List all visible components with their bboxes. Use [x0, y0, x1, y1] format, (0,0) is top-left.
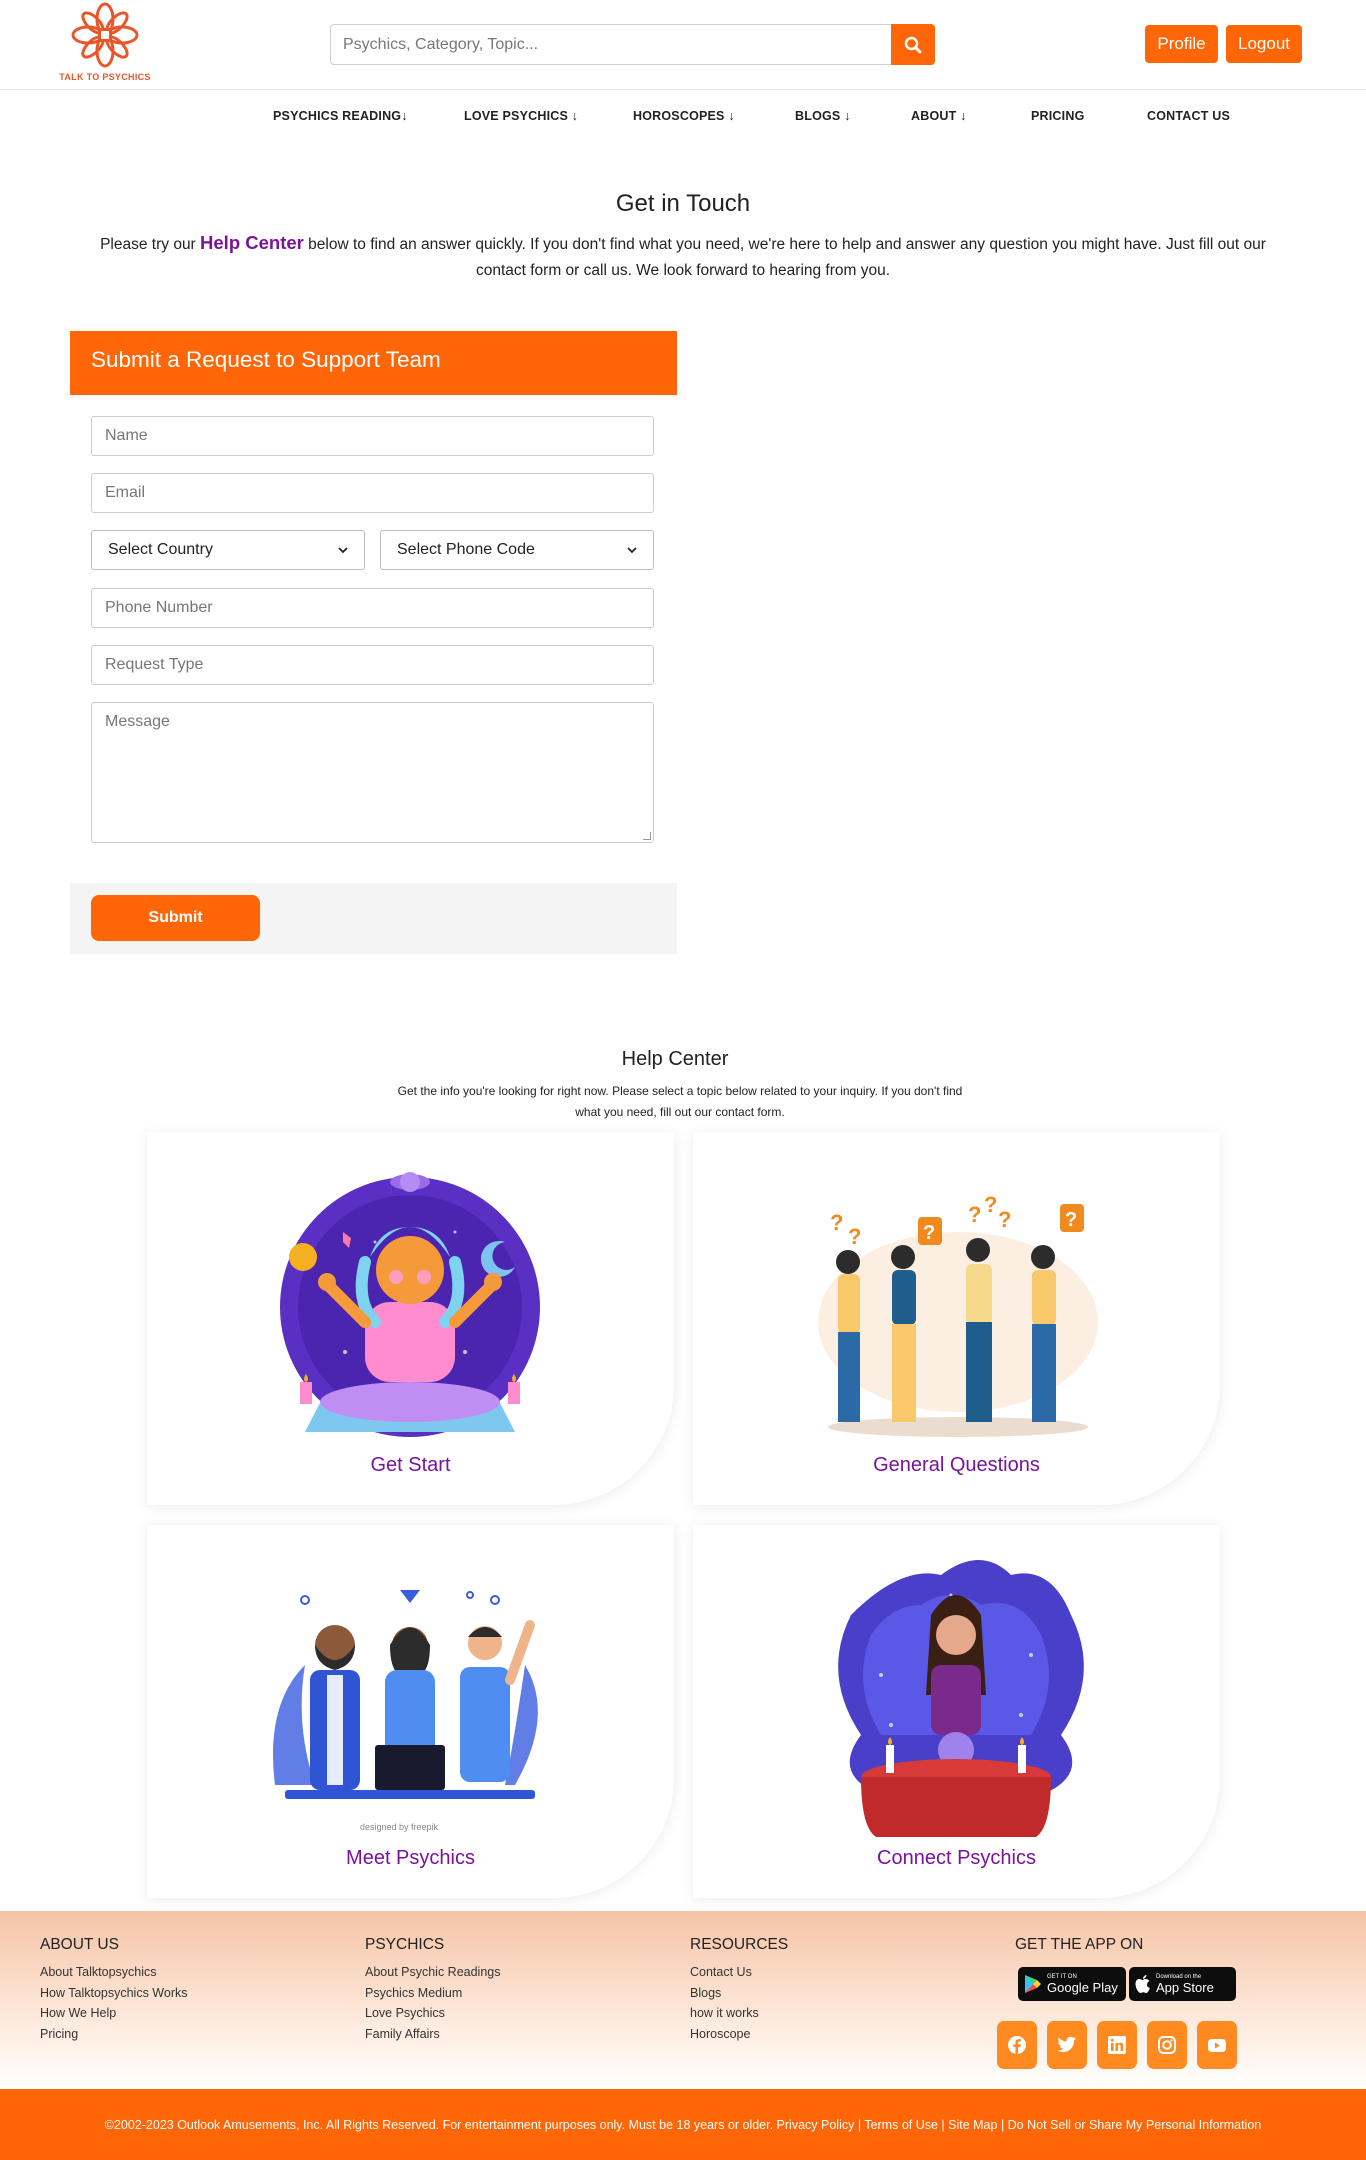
footer-resources-column: RESOURCES Contact Us Blogs how it works … [690, 1936, 788, 2044]
footer-link[interactable]: Love Psychics [365, 2003, 501, 2024]
help-center-link[interactable]: Help Center [200, 232, 304, 253]
help-card-meet-psychics[interactable]: designed by freepik Meet Psychics [147, 1525, 674, 1898]
submit-button[interactable]: Submit [91, 895, 260, 941]
facebook-icon [1008, 2036, 1026, 2054]
apple-icon [1135, 1974, 1150, 1993]
google-play-icon [1025, 1975, 1041, 1993]
get-in-touch-text: Please try our Help Center below to find… [100, 230, 1266, 284]
svg-text:?: ? [848, 1224, 861, 1249]
fortune-teller-illustration [838, 1560, 1084, 1837]
google-play-badge[interactable]: GET IT ON Google Play [1018, 1967, 1126, 2001]
svg-text:?: ? [923, 1222, 935, 1244]
twitter-link[interactable] [1047, 2021, 1087, 2069]
footer-link[interactable]: How Talktopsychics Works [40, 1983, 188, 2004]
youtube-icon [1208, 2038, 1226, 2052]
footer-link[interactable]: how it works [690, 2003, 788, 2024]
facebook-link[interactable] [997, 2021, 1037, 2069]
footer-column-title: RESOURCES [690, 1936, 789, 1953]
support-form-heading: Submit a Request to Support Team [70, 331, 677, 395]
request-type-field[interactable]: Request Type [91, 645, 654, 685]
intro-text-before: Please try our [100, 236, 201, 253]
svg-text:?: ? [984, 1192, 997, 1217]
meditating-woman-illustration [280, 1172, 540, 1437]
nav-psychics-reading[interactable]: PSYCHICS READING↓ [273, 109, 408, 123]
footer-column-title: ABOUT US [40, 1936, 119, 1953]
svg-text:?: ? [968, 1202, 981, 1227]
message-placeholder: Message [105, 713, 170, 730]
email-field[interactable]: Email [91, 473, 654, 513]
freepik-credit: designed by freepik [360, 1822, 439, 1832]
main-nav: PSYCHICS READING↓ LOVE PSYCHICS ↓ HOROSC… [0, 91, 1366, 141]
phone-code-select-value: Select Phone Code [397, 541, 535, 558]
country-select-value: Select Country [108, 541, 213, 558]
help-card-label: Connect Psychics [877, 1847, 1036, 1869]
help-card-connect-psychics[interactable]: Connect Psychics [693, 1525, 1220, 1898]
linkedin-link[interactable] [1097, 2021, 1137, 2069]
message-field[interactable]: Message [91, 702, 654, 843]
profile-button[interactable]: Profile [1145, 25, 1218, 63]
team-illustration: designed by freepik [273, 1590, 538, 1832]
nav-horoscopes[interactable]: HOROSCOPES ↓ [633, 109, 735, 123]
nav-love-psychics[interactable]: LOVE PSYCHICS ↓ [464, 109, 578, 123]
youtube-link[interactable] [1197, 2021, 1237, 2069]
svg-text:?: ? [1065, 1209, 1077, 1231]
help-center-subtitle: Get the info you're looking for right no… [397, 1084, 963, 1119]
app-store-big-text: App Store [1156, 1979, 1214, 1995]
footer-link[interactable]: Blogs [690, 1983, 788, 2004]
help-card-label: Get Start [370, 1454, 451, 1476]
site-logo[interactable]: TALK TO PSYCHICS [55, 2, 155, 84]
app-store-badge[interactable]: Download on the App Store [1129, 1967, 1236, 2001]
phone-number-field[interactable]: Phone Number [91, 588, 654, 628]
help-card-get-start[interactable]: Get Start [147, 1132, 674, 1505]
logout-button[interactable]: Logout [1226, 25, 1302, 63]
help-center-title: Help Center [621, 1048, 729, 1070]
footer-link[interactable]: Psychics Medium [365, 1983, 501, 2004]
footer-link[interactable]: Horoscope [690, 2024, 788, 2045]
intro-text-after: below to find an answer quickly. If you … [303, 236, 1266, 279]
search-bar [330, 24, 935, 65]
questioning-people-illustration: ????? ? ? [818, 1192, 1098, 1437]
footer-app-column: GET THE APP ON [1015, 1936, 1143, 1962]
footer-link[interactable]: Contact Us [690, 1962, 788, 1983]
footer-link[interactable]: Pricing [40, 2024, 188, 2045]
footer-link[interactable]: About Talktopsychics [40, 1962, 188, 1983]
copyright-bar: ©2002-2023 Outlook Amusements, Inc. All … [0, 2089, 1366, 2160]
phone-code-select[interactable]: Select Phone Code [380, 530, 654, 570]
linkedin-icon [1108, 2036, 1126, 2054]
resize-handle[interactable] [643, 832, 651, 840]
chevron-down-icon [338, 546, 348, 553]
help-card-label: Meet Psychics [346, 1847, 475, 1869]
copyright-text: ©2002-2023 Outlook Amusements, Inc. All … [104, 2117, 1262, 2132]
search-button[interactable] [891, 24, 935, 65]
site-header: TALK TO PSYCHICS Profile Logout [0, 0, 1366, 90]
chevron-down-icon [627, 546, 637, 553]
footer-link[interactable]: About Psychic Readings [365, 1962, 501, 1983]
lotus-logo-icon [71, 2, 139, 68]
footer-link[interactable]: Family Affairs [365, 2024, 501, 2045]
instagram-icon [1158, 2036, 1176, 2054]
svg-text:?: ? [998, 1207, 1011, 1232]
country-select[interactable]: Select Country [91, 530, 365, 570]
get-in-touch-title: Get in Touch [615, 190, 751, 217]
nav-about[interactable]: ABOUT ↓ [911, 109, 967, 123]
search-input[interactable] [330, 24, 891, 65]
help-card-label: General Questions [873, 1454, 1040, 1476]
name-field[interactable]: Name [91, 416, 654, 456]
instagram-link[interactable] [1147, 2021, 1187, 2069]
svg-text:?: ? [830, 1210, 843, 1235]
logo-text: TALK TO PSYCHICS [59, 72, 151, 82]
google-play-big-text: Google Play [1047, 1979, 1118, 1995]
footer-link[interactable]: How We Help [40, 2003, 188, 2024]
nav-blogs[interactable]: BLOGS ↓ [795, 109, 851, 123]
help-card-general-questions[interactable]: ????? ? ? General Questions [693, 1132, 1220, 1505]
nav-pricing[interactable]: PRICING [1031, 109, 1085, 123]
footer-column-title: GET THE APP ON [1015, 1936, 1144, 1953]
footer-psychics-column: PSYCHICS About Psychic Readings Psychics… [365, 1936, 501, 2044]
search-icon [904, 36, 922, 53]
twitter-icon [1057, 2036, 1076, 2053]
footer-about-column: ABOUT US About Talktopsychics How Talkto… [40, 1936, 188, 2044]
footer-column-title: PSYCHICS [365, 1936, 445, 1953]
nav-contact-us[interactable]: CONTACT US [1147, 109, 1230, 123]
